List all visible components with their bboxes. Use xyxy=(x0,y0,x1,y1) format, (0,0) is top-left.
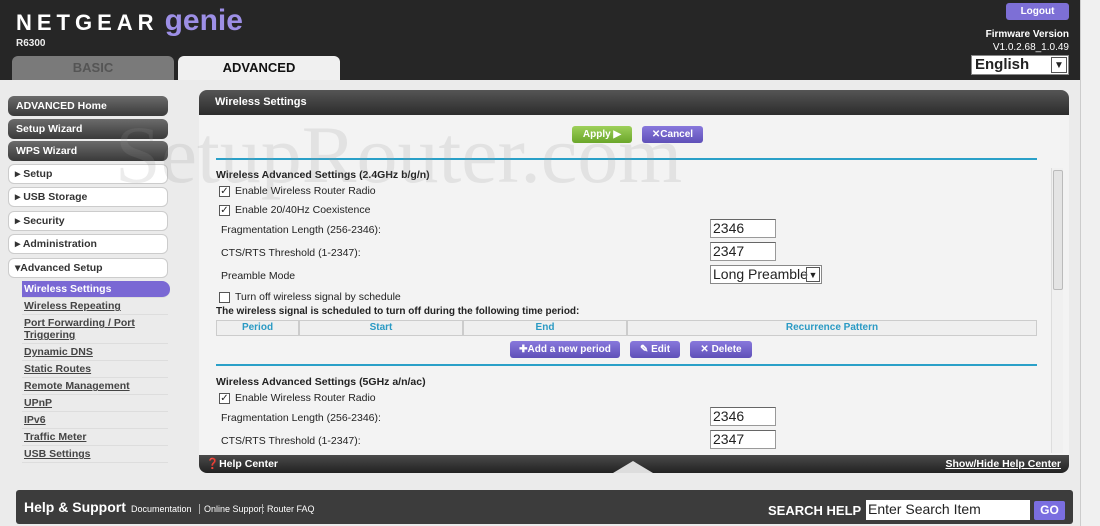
help-center-bar: ❓Help Center Show/Hide Help Center xyxy=(199,455,1069,473)
x-icon: ✕ xyxy=(700,344,712,355)
cts-label-24: CTS/RTS Threshold (1-2347): xyxy=(221,247,361,259)
show-hide-help-link[interactable]: Show/Hide Help Center xyxy=(945,455,1061,473)
tab-basic[interactable]: BASIC xyxy=(12,56,174,80)
schedule-note: The wireless signal is scheduled to turn… xyxy=(216,306,580,317)
sidebar-item-port-forwarding[interactable]: Port Forwarding / Port Triggering xyxy=(22,315,168,345)
add-period-button[interactable]: ✚Add a new period xyxy=(510,341,620,358)
logout-button[interactable]: Logout xyxy=(1006,3,1069,20)
panel-scrollbar[interactable] xyxy=(1051,168,1063,453)
search-help-label: SEARCH HELP xyxy=(768,503,862,518)
divider xyxy=(216,364,1037,366)
enable-radio-24-checkbox[interactable]: ✓ Enable Wireless Router Radio xyxy=(219,185,376,197)
checkbox-checked-icon: ✓ xyxy=(219,204,230,216)
scroll-thumb[interactable] xyxy=(1053,170,1063,290)
online-support-link[interactable]: Online Support xyxy=(199,504,264,514)
delete-button[interactable]: ✕ Delete xyxy=(690,341,752,358)
model-name: R6300 xyxy=(16,38,46,49)
sidebar-item-traffic-meter[interactable]: Traffic Meter xyxy=(22,429,168,447)
search-input[interactable]: Enter Search Item xyxy=(866,500,1030,520)
go-button[interactable]: GO xyxy=(1034,501,1065,520)
column-start: Start xyxy=(299,320,463,336)
preamble-select[interactable]: Long Preamble ▼ xyxy=(710,265,822,284)
page-scrollbar[interactable] xyxy=(1080,0,1100,526)
sidebar-group-administration[interactable]: ▸ Administration xyxy=(8,234,168,255)
edit-button[interactable]: ✎ Edit xyxy=(630,341,680,358)
sidebar-item-wireless-settings[interactable]: Wireless Settings xyxy=(22,281,170,299)
chevron-down-icon: ▼ xyxy=(1051,57,1067,73)
frag-label-5: Fragmentation Length (256-2346): xyxy=(221,412,381,424)
sidebar-item-dynamic-dns[interactable]: Dynamic DNS xyxy=(22,344,168,362)
enable-radio-5-checkbox[interactable]: ✓ Enable Wireless Router Radio xyxy=(219,392,376,404)
cts-input-24[interactable]: 2347 xyxy=(710,242,776,261)
sidebar-item-ipv6[interactable]: IPv6 xyxy=(22,412,168,430)
netgear-logo: NETGEAR genie xyxy=(16,4,243,37)
sidebar-group-usb-storage[interactable]: ▸ USB Storage xyxy=(8,187,168,208)
sidebar: ADVANCED Home Setup Wizard WPS Wizard ▸ … xyxy=(8,96,170,464)
divider xyxy=(216,158,1037,160)
wireless-settings-panel: Wireless Settings Apply ▶ ✕Cancel Wirele… xyxy=(199,90,1069,473)
cts-label-5: CTS/RTS Threshold (1-2347): xyxy=(221,435,361,447)
chevron-down-icon: ▼ xyxy=(806,267,820,282)
sidebar-item-usb-settings[interactable]: USB Settings xyxy=(22,446,168,464)
frag-input-24[interactable]: 2346 xyxy=(710,219,776,238)
sidebar-group-security[interactable]: ▸ Security xyxy=(8,210,168,231)
footer-title: Help & Support xyxy=(24,499,126,515)
checkbox-unchecked-icon xyxy=(219,291,230,303)
tab-advanced[interactable]: ADVANCED xyxy=(178,56,340,80)
coexistence-checkbox[interactable]: ✓ Enable 20/40Hz Coexistence xyxy=(219,204,370,216)
cts-input-5[interactable]: 2347 xyxy=(710,430,776,449)
sidebar-group-advanced-setup[interactable]: ▾Advanced Setup xyxy=(8,257,168,278)
sidebar-group-setup[interactable]: ▸ Setup xyxy=(8,163,168,184)
firmware-info: Firmware Version V1.0.2.68_1.0.49 xyxy=(985,29,1069,53)
sidebar-setup-wizard[interactable]: Setup Wizard xyxy=(8,118,168,139)
sidebar-item-wireless-repeating[interactable]: Wireless Repeating xyxy=(22,298,168,316)
top-header: NETGEAR genie R6300 BASIC ADVANCED Logout… xyxy=(0,0,1100,80)
sidebar-advanced-home[interactable]: ADVANCED Home xyxy=(8,96,168,116)
column-end: End xyxy=(463,320,627,336)
documentation-link[interactable]: Documentation xyxy=(131,504,192,514)
column-recurrence: Recurrence Pattern xyxy=(627,320,1037,336)
router-faq-link[interactable]: Router FAQ xyxy=(262,504,315,514)
sidebar-item-upnp[interactable]: UPnP xyxy=(22,395,168,413)
sidebar-wps-wizard[interactable]: WPS Wizard xyxy=(8,141,168,162)
cancel-button[interactable]: ✕Cancel xyxy=(642,126,703,143)
checkbox-checked-icon: ✓ xyxy=(219,392,230,404)
help-support-footer: Help & Support Documentation Online Supp… xyxy=(16,490,1073,524)
expand-arrow-icon[interactable] xyxy=(613,461,653,473)
advanced-setup-submenu: Wireless Settings Wireless Repeating Por… xyxy=(22,281,170,464)
schedule-checkbox[interactable]: Turn off wireless signal by schedule xyxy=(219,291,401,303)
checkbox-checked-icon: ✓ xyxy=(219,185,230,197)
preamble-label: Preamble Mode xyxy=(221,270,296,282)
apply-button[interactable]: Apply ▶ xyxy=(572,126,632,143)
sidebar-item-remote-management[interactable]: Remote Management xyxy=(22,378,168,396)
help-center-label[interactable]: Help Center xyxy=(219,458,278,470)
panel-title: Wireless Settings xyxy=(199,90,1069,115)
plus-icon: ✚ xyxy=(519,344,528,355)
section-5ghz-title: Wireless Advanced Settings (5GHz a/n/ac) xyxy=(216,376,426,388)
sidebar-item-static-routes[interactable]: Static Routes xyxy=(22,361,168,379)
pencil-icon: ✎ xyxy=(639,344,652,355)
section-24ghz-title: Wireless Advanced Settings (2.4GHz b/g/n… xyxy=(216,169,430,181)
column-period: Period xyxy=(216,320,299,336)
help-icon: ❓ xyxy=(206,458,220,470)
language-select[interactable]: English ▼ xyxy=(971,55,1069,75)
frag-input-5[interactable]: 2346 xyxy=(710,407,776,426)
frag-label-24: Fragmentation Length (256-2346): xyxy=(221,224,381,236)
